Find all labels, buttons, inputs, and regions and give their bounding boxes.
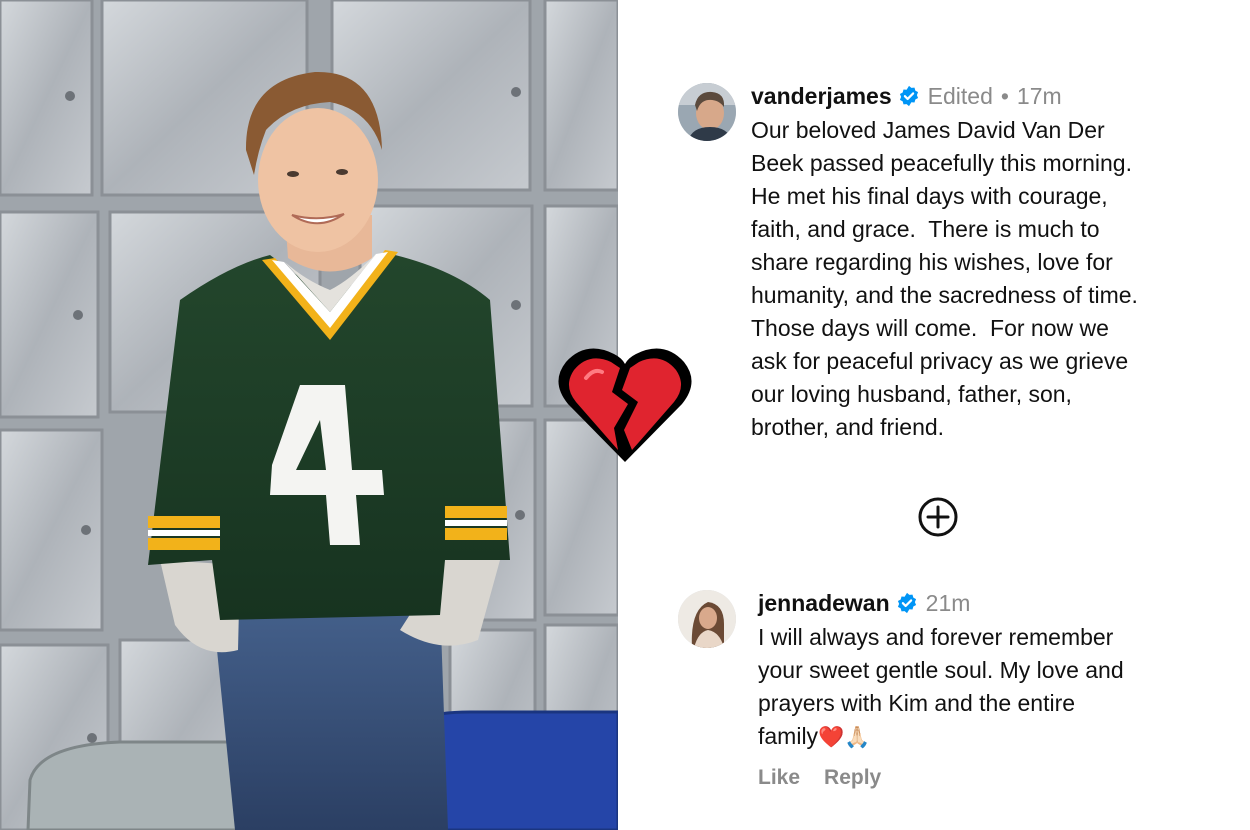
comment-line: prayers with Kim and the entire xyxy=(758,690,1076,716)
reply-button[interactable]: Reply xyxy=(824,766,881,789)
avatar[interactable] xyxy=(678,83,736,141)
comment-line: Beek passed peacefully this morning. xyxy=(751,150,1132,176)
comment-line: family xyxy=(758,723,819,749)
comment-username[interactable]: vanderjames xyxy=(751,83,892,109)
comment-line: share regarding his wishes, love for xyxy=(751,249,1113,275)
comment-line: Those days will come. For now we xyxy=(751,315,1109,341)
comment-username[interactable]: jennadewan xyxy=(758,590,890,616)
comment-line: Our beloved James David Van Der xyxy=(751,117,1105,143)
verified-badge-icon xyxy=(896,592,918,619)
comment-text: Our beloved James David Van Der Beek pas… xyxy=(751,114,1241,444)
heart-pray-emoji: ❤️🙏🏻 xyxy=(818,726,871,749)
comment-time: 17m xyxy=(1016,83,1062,109)
comment-line: faith, and grace. There is much to xyxy=(751,216,1100,242)
comment-line: your sweet gentle soul. My love and xyxy=(758,657,1124,683)
comment-line: brother, and friend. xyxy=(751,414,945,440)
edited-label: Edited xyxy=(927,83,993,109)
meta-separator: • xyxy=(1000,83,1009,109)
broken-heart-icon xyxy=(556,342,694,468)
comment-line: humanity, and the sacredness of time. xyxy=(751,282,1138,308)
comment-line: I will always and forever remember xyxy=(758,624,1114,650)
plus-circle-icon[interactable] xyxy=(917,496,959,538)
comment-line: ask for peaceful privacy as we grieve xyxy=(751,348,1129,374)
comment-line: He met his final days with courage, xyxy=(751,183,1108,209)
avatar[interactable] xyxy=(678,590,736,648)
like-button[interactable]: Like xyxy=(758,766,800,789)
profile-photo xyxy=(0,0,618,830)
comment-line: our loving husband, father, son, xyxy=(751,381,1072,407)
comment-line-last: family❤️🙏🏻 xyxy=(758,720,1228,754)
comment-actions: Like Reply xyxy=(758,766,1228,790)
verified-badge-icon xyxy=(898,85,920,112)
comment-text: I will always and forever remember your … xyxy=(758,621,1228,754)
comment-time: 21m xyxy=(925,590,971,616)
